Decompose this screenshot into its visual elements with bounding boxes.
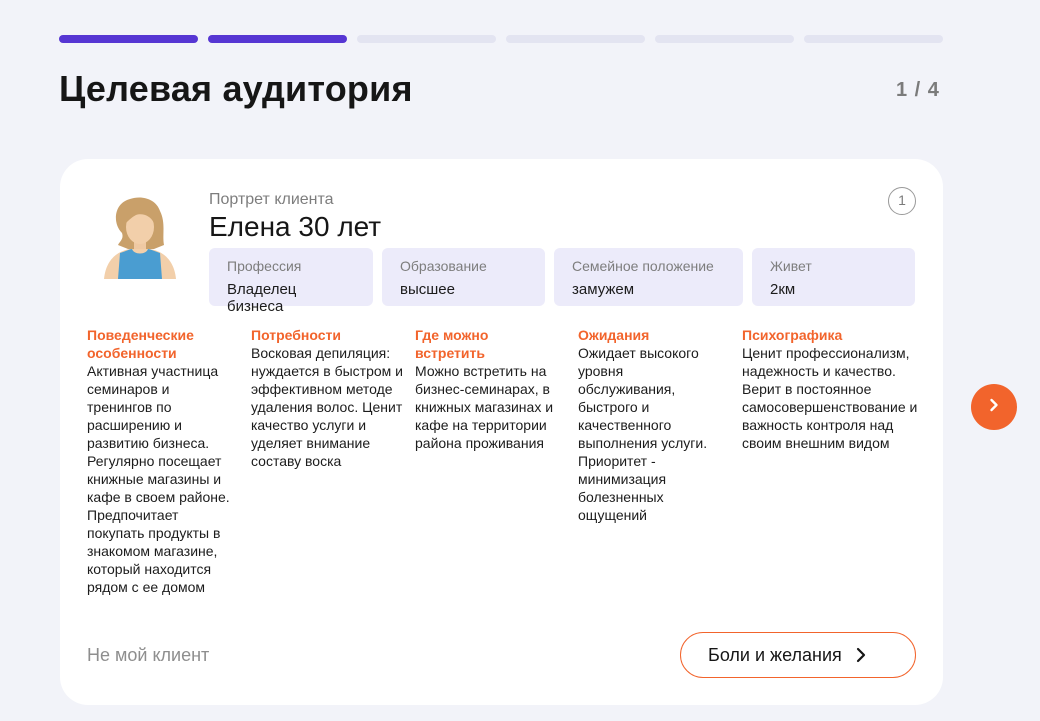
progress-bar xyxy=(59,35,943,43)
column-behavior: Поведенческие особенности Активная участ… xyxy=(87,326,237,596)
client-portrait-card: Портрет клиента Елена 30 лет 1 Профессия… xyxy=(60,159,943,705)
column-heading: Поведенческие особенности xyxy=(87,327,194,361)
info-value: замужем xyxy=(572,281,635,298)
pains-button-label: Боли и желания xyxy=(708,644,842,665)
column-text: Активная участница семинаров и тренингов… xyxy=(87,363,230,595)
info-value: 2км xyxy=(770,281,796,298)
column-psychographics: Психографика Ценит профессионализм, наде… xyxy=(742,326,922,452)
column-heading: Ожидания xyxy=(578,327,650,343)
woman-avatar-icon xyxy=(104,197,176,279)
info-label: Образование xyxy=(400,258,487,274)
page-title: Целевая аудитория xyxy=(59,68,413,109)
progress-segment-5 xyxy=(655,35,794,43)
info-label: Профессия xyxy=(227,258,302,274)
info-education: Образование высшее xyxy=(382,248,545,306)
pains-and-desires-button[interactable]: Боли и желания xyxy=(680,632,916,678)
progress-segment-6 xyxy=(804,35,943,43)
info-marital-status: Семейное положение замужем xyxy=(554,248,743,306)
column-expectations: Ожидания Ожидает высокого уровня обслужи… xyxy=(578,326,718,524)
progress-segment-3 xyxy=(357,35,496,43)
info-value: Владелец бизнеса xyxy=(227,281,297,315)
chevron-right-icon xyxy=(989,398,999,417)
column-text: Можно встретить на бизнес-семинарах, в к… xyxy=(415,363,554,451)
page-counter: 1 / 4 xyxy=(896,79,940,101)
not-my-client-link[interactable]: Не мой клиент xyxy=(87,645,209,666)
info-value: высшее xyxy=(400,281,455,298)
progress-segment-2 xyxy=(208,35,347,43)
card-number-badge: 1 xyxy=(888,187,916,215)
column-where-to-meet: Где можно встретить Можно встретить на б… xyxy=(415,326,565,452)
progress-segment-4 xyxy=(506,35,645,43)
column-heading: Потребности xyxy=(251,327,341,343)
column-text: Ожидает высокого уровня обслуживания, бы… xyxy=(578,345,708,523)
info-profession: Профессия Владелец бизнеса xyxy=(209,248,373,315)
card-subtitle: Портрет клиента xyxy=(209,191,334,208)
info-label: Семейное положение xyxy=(572,258,714,274)
info-location: Живет 2км xyxy=(752,248,915,306)
chevron-right-icon xyxy=(856,647,866,663)
column-needs: Потребности Восковая депиляция: нуждаетс… xyxy=(251,326,403,470)
column-heading: Психографика xyxy=(742,327,843,343)
client-name: Елена 30 лет xyxy=(209,211,382,242)
column-text: Ценит профессионализм, надежность и каче… xyxy=(742,345,918,451)
column-text: Восковая депиляция: нуждается в быстром … xyxy=(251,345,403,469)
column-heading: Где можно встретить xyxy=(415,327,489,361)
info-label: Живет xyxy=(770,258,812,274)
next-card-button[interactable] xyxy=(971,384,1017,430)
progress-segment-1 xyxy=(59,35,198,43)
